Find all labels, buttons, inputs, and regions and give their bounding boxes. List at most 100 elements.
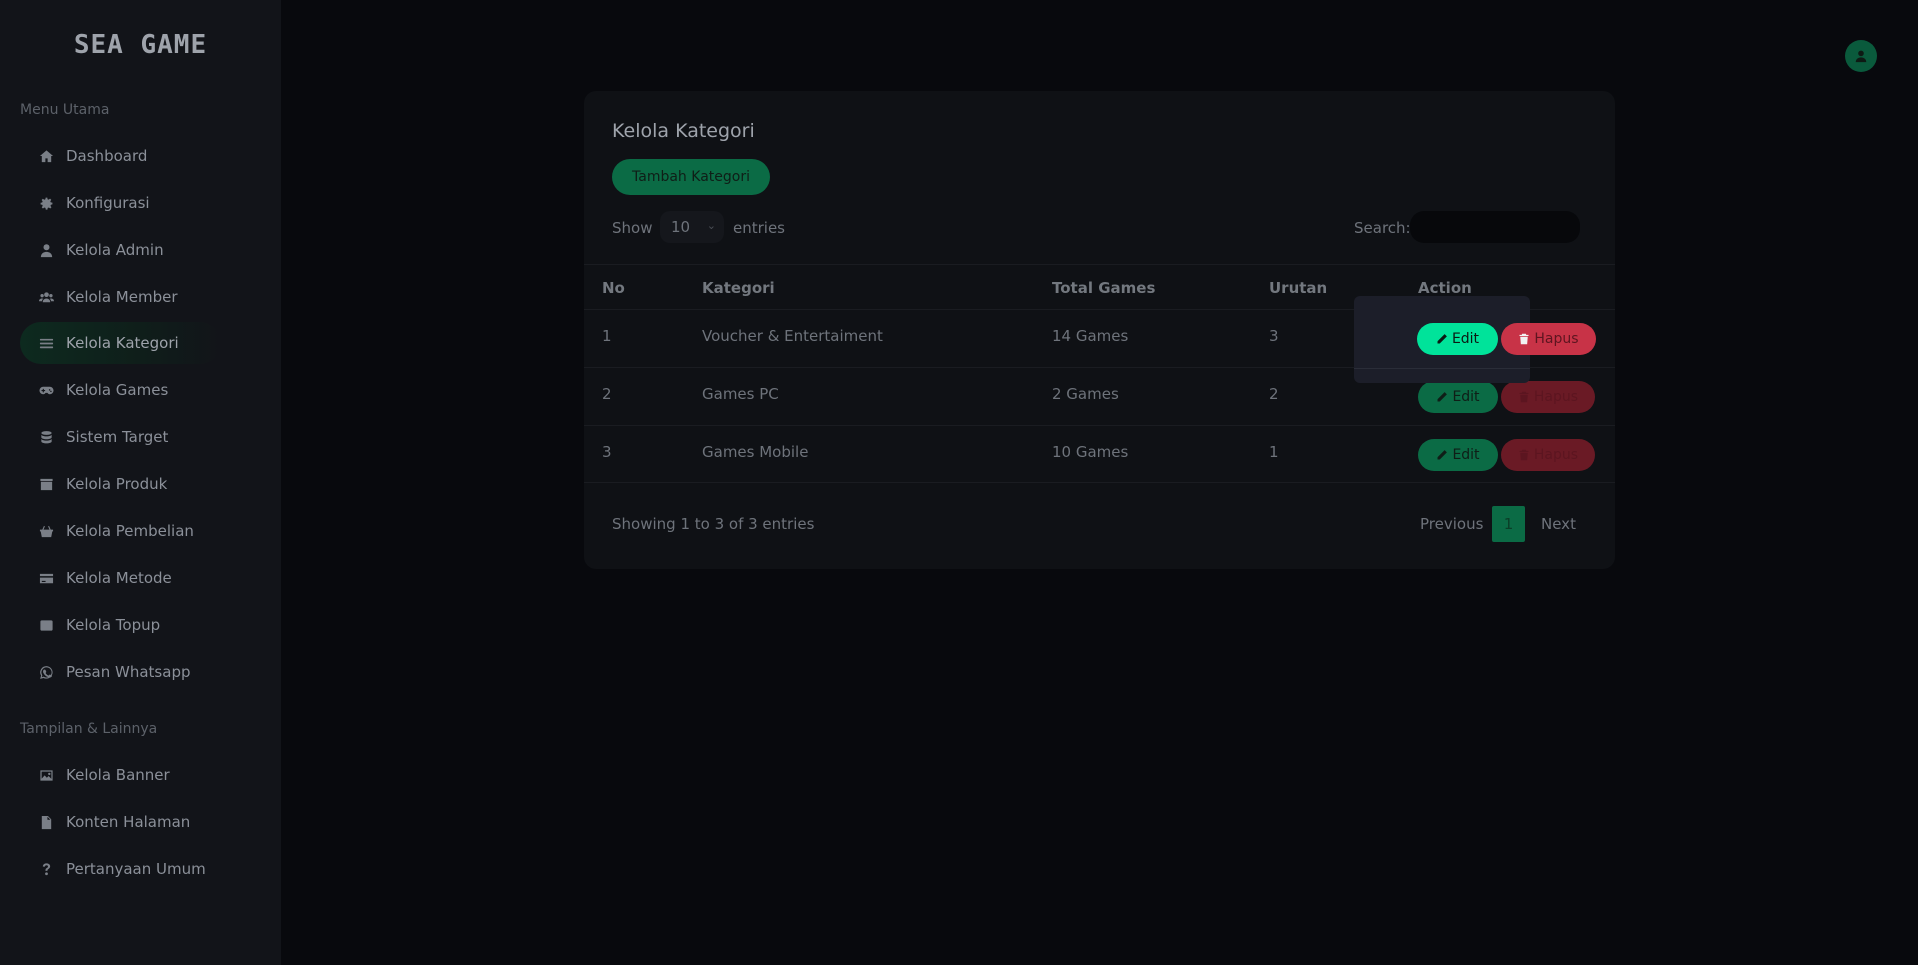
edit-button[interactable]: Edit — [1418, 439, 1498, 471]
pencil-icon — [1437, 392, 1448, 402]
cell-total-games: 14 Games — [1052, 327, 1129, 345]
sidebar-item-label: Konfigurasi — [66, 194, 150, 212]
whatsapp-icon — [38, 664, 54, 680]
divider — [1354, 368, 1530, 369]
cell-no: 2 — [602, 385, 612, 403]
cell-kategori: Games PC — [702, 385, 779, 403]
column-header-kategori[interactable]: Kategori — [702, 279, 775, 297]
chevron-down-icon: ⌄ — [706, 219, 716, 232]
sidebar-item-label: Kelola Games — [66, 381, 169, 399]
delete-button-label: Hapus — [1534, 331, 1579, 347]
sidebar-item-kelola-kategori[interactable]: Kelola Kategori — [20, 322, 221, 364]
pencil-icon — [1437, 334, 1447, 344]
column-header-action: Action — [1418, 279, 1472, 297]
trash-icon — [1519, 391, 1529, 403]
sidebar-item-kelola-admin[interactable]: Kelola Admin — [20, 229, 221, 271]
sidebar-item-label: Kelola Produk — [66, 475, 168, 493]
sidebar-item-label: Kelola Topup — [66, 616, 161, 634]
gear-icon — [38, 195, 54, 211]
show-label: Show — [612, 219, 653, 237]
cell-urutan: 2 — [1269, 385, 1279, 403]
delete-button[interactable]: Hapus — [1501, 439, 1595, 471]
delete-button-label: Hapus — [1533, 447, 1579, 463]
sidebar: SEA GAME Menu Utama Dashboard Konfiguras… — [0, 0, 281, 965]
delete-button-label: Hapus — [1533, 389, 1579, 405]
card-icon — [38, 570, 54, 586]
cell-total-games: 10 Games — [1052, 443, 1129, 461]
sidebar-item-label: Konten Halaman — [66, 813, 191, 831]
entries-select-value: 10 — [671, 218, 691, 236]
user-avatar-button[interactable] — [1845, 40, 1877, 72]
sidebar-item-kelola-games[interactable]: Kelola Games — [20, 369, 221, 411]
edit-button[interactable]: Edit — [1418, 381, 1498, 413]
sidebar-item-pesan-whatsapp[interactable]: Pesan Whatsapp — [20, 651, 221, 693]
sidebar-item-label: Kelola Pembelian — [66, 522, 194, 540]
column-header-urutan[interactable]: Urutan — [1269, 279, 1327, 297]
list-icon — [38, 335, 54, 351]
box-icon — [38, 476, 54, 492]
table-info: Showing 1 to 3 of 3 entries — [612, 515, 815, 533]
sidebar-item-label: Sistem Target — [66, 428, 169, 446]
home-icon — [38, 148, 54, 164]
sidebar-item-label: Dashboard — [66, 147, 148, 165]
user-icon — [38, 242, 54, 258]
sidebar-item-label: Pesan Whatsapp — [66, 663, 191, 681]
sidebar-item-dashboard[interactable]: Dashboard — [20, 135, 221, 177]
entries-label: entries — [733, 219, 785, 237]
cell-urutan: 1 — [1269, 443, 1279, 461]
search-input[interactable] — [1410, 211, 1580, 243]
edit-button-highlighted[interactable]: Edit — [1417, 323, 1498, 355]
cell-no: 3 — [602, 443, 612, 461]
section-label-other: Tampilan & Lainnya — [20, 721, 158, 737]
pencil-icon — [1437, 450, 1448, 460]
delete-button[interactable]: Hapus — [1501, 381, 1595, 413]
sidebar-item-kelola-member[interactable]: Kelola Member — [20, 276, 221, 318]
sidebar-item-kelola-pembelian[interactable]: Kelola Pembelian — [20, 510, 221, 552]
sidebar-item-label: Kelola Kategori — [66, 334, 179, 352]
sidebar-item-label: Pertanyaan Umum — [66, 860, 206, 878]
sidebar-item-label: Kelola Metode — [66, 569, 172, 587]
wallet-icon — [38, 617, 54, 633]
cell-kategori: Voucher & Entertaiment — [702, 327, 883, 345]
sidebar-item-konfigurasi[interactable]: Konfigurasi — [20, 182, 221, 224]
user-avatar-icon — [1854, 49, 1868, 63]
add-category-button[interactable]: Tambah Kategori — [612, 159, 770, 195]
cell-kategori: Games Mobile — [702, 443, 809, 461]
basket-icon — [38, 523, 54, 539]
sidebar-item-label: Kelola Banner — [66, 766, 170, 784]
sidebar-item-pertanyaan-umum[interactable]: Pertanyaan Umum — [20, 848, 221, 890]
sidebar-item-sistem-target[interactable]: Sistem Target — [20, 416, 221, 458]
database-icon — [38, 429, 54, 445]
cell-urutan: 3 — [1269, 327, 1279, 345]
edit-button-label: Edit — [1452, 447, 1480, 463]
search-label: Search: — [1354, 219, 1411, 237]
pagination-previous[interactable]: Previous — [1420, 506, 1483, 542]
trash-icon — [1519, 333, 1529, 345]
sidebar-item-kelola-banner[interactable]: Kelola Banner — [20, 754, 221, 796]
sidebar-item-label: Kelola Admin — [66, 241, 164, 259]
column-header-total-games[interactable]: Total Games — [1052, 279, 1155, 297]
section-label-main: Menu Utama — [20, 102, 110, 118]
pagination-page-1[interactable]: 1 — [1492, 506, 1525, 542]
sidebar-item-konten-halaman[interactable]: Konten Halaman — [20, 801, 221, 843]
trash-icon — [1519, 449, 1529, 461]
entries-select[interactable]: 10 ⌄ — [660, 211, 724, 243]
sidebar-item-kelola-produk[interactable]: Kelola Produk — [20, 463, 221, 505]
question-icon — [38, 861, 54, 877]
pagination-next[interactable]: Next — [1541, 506, 1576, 542]
sidebar-item-kelola-metode[interactable]: Kelola Metode — [20, 557, 221, 599]
file-icon — [38, 814, 54, 830]
edit-button-label: Edit — [1451, 331, 1480, 347]
sidebar-item-label: Kelola Member — [66, 288, 178, 306]
cell-total-games: 2 Games — [1052, 385, 1119, 403]
image-icon — [38, 767, 54, 783]
users-icon — [38, 289, 54, 305]
brand-logo[interactable]: SEA GAME — [0, 30, 281, 60]
column-header-no[interactable]: No — [602, 279, 625, 297]
edit-button-label: Edit — [1452, 389, 1480, 405]
gamepad-icon — [38, 382, 54, 398]
page-title: Kelola Kategori — [612, 120, 755, 142]
sidebar-item-kelola-topup[interactable]: Kelola Topup — [20, 604, 221, 646]
delete-button-row-1[interactable]: Hapus — [1501, 323, 1596, 355]
cell-no: 1 — [602, 327, 612, 345]
